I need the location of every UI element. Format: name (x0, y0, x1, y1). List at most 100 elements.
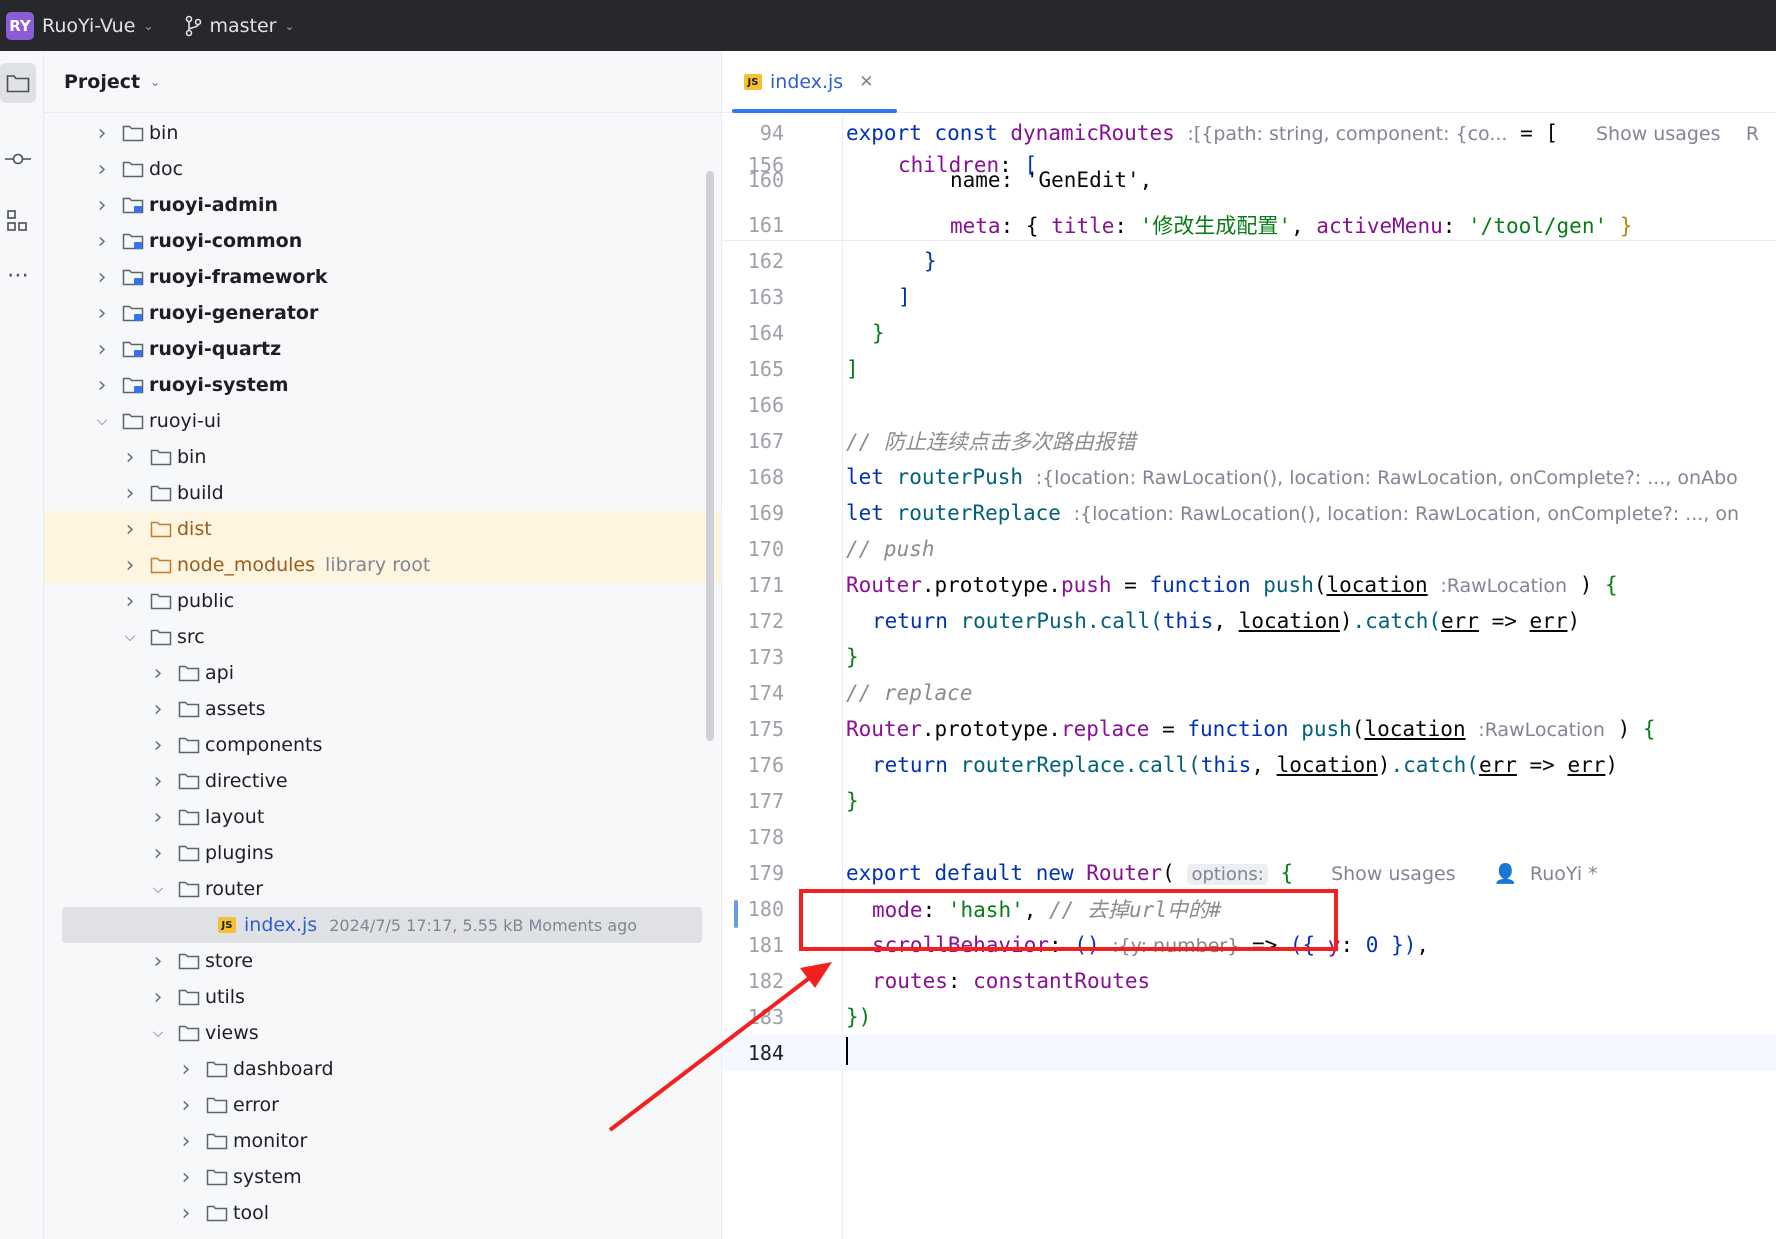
code-line[interactable]: 179 export default new Router( options: … (722, 855, 1776, 891)
folder-node[interactable]: › ruoyi-quartz (44, 331, 721, 367)
chevron-right-icon[interactable]: › (178, 1057, 194, 1082)
chevron-right-icon[interactable]: › (94, 373, 110, 398)
code-line[interactable]: 169 let routerReplace :{location: RawLoc… (722, 495, 1776, 531)
code-line[interactable]: 177 } (722, 783, 1776, 819)
commit-tool-button[interactable] (0, 139, 36, 179)
code-line[interactable]: 162 } (722, 243, 1776, 279)
chevron-right-icon[interactable]: › (150, 697, 166, 722)
chevron-right-icon[interactable]: › (150, 733, 166, 758)
project-tool-button[interactable] (0, 63, 36, 103)
folder-node[interactable]: › assets (44, 691, 721, 727)
folder-node[interactable]: › build (44, 475, 721, 511)
show-usages-link[interactable]: Show usages (1331, 863, 1456, 885)
close-icon[interactable]: ✕ (859, 72, 873, 92)
panel-title[interactable]: Project (64, 71, 140, 93)
more-tools-icon[interactable]: ⋯ (0, 255, 36, 295)
code-line[interactable]: 164 } (722, 315, 1776, 351)
chevron-right-icon[interactable]: › (150, 985, 166, 1010)
folder-node[interactable]: › utils (44, 979, 721, 1015)
chevron-right-icon[interactable]: › (150, 805, 166, 830)
project-badge[interactable]: RY (6, 11, 34, 40)
folder-node[interactable]: › tool (44, 1195, 721, 1231)
code-line[interactable]: 160 name: 'GenEdit', (722, 169, 1776, 191)
chevron-right-icon[interactable]: › (150, 769, 166, 794)
code-area[interactable]: 94 export const dynamicRoutes :[{path: s… (722, 115, 1776, 1239)
chevron-right-icon[interactable]: › (150, 661, 166, 686)
folder-node[interactable]: ⌵ views (44, 1015, 721, 1051)
chevron-right-icon[interactable]: › (178, 1165, 194, 1190)
folder-node[interactable]: › system (44, 1159, 721, 1195)
code-line[interactable]: 182 routes: constantRoutes (722, 963, 1776, 999)
code-line[interactable]: 170 // push (722, 531, 1776, 567)
chevron-right-icon[interactable]: › (94, 121, 110, 146)
chevron-down-icon[interactable]: ⌵ (94, 413, 110, 429)
folder-node[interactable]: › node_modules library root (44, 547, 721, 583)
code-line[interactable]: 165 ] (722, 351, 1776, 387)
code-line[interactable]: 173 } (722, 639, 1776, 675)
chevron-right-icon[interactable]: › (122, 445, 138, 470)
code-line[interactable]: 175 Router.prototype.replace = function … (722, 711, 1776, 747)
chevron-right-icon[interactable]: › (94, 265, 110, 290)
folder-node[interactable]: › bin (44, 439, 721, 475)
chevron-right-icon[interactable]: › (94, 337, 110, 362)
folder-node[interactable]: › dashboard (44, 1051, 721, 1087)
folder-node[interactable]: › bin (44, 115, 721, 151)
chevron-down-icon[interactable]: ⌄ (284, 19, 294, 33)
branch-selector[interactable]: master (209, 15, 276, 37)
chevron-down-icon[interactable]: ⌵ (150, 1025, 166, 1041)
code-line[interactable]: 161 meta: { title: '修改生成配置', activeMenu:… (722, 207, 1776, 243)
chevron-right-icon[interactable]: › (122, 589, 138, 614)
git-branch-icon[interactable] (183, 15, 203, 37)
tree-scrollbar[interactable] (706, 171, 714, 741)
folder-node[interactable]: › plugins (44, 835, 721, 871)
chevron-right-icon[interactable]: › (122, 553, 138, 578)
code-line[interactable]: 174 // replace (722, 675, 1776, 711)
folder-node[interactable]: ⌵ src (44, 619, 721, 655)
code-line[interactable]: 183 }) (722, 999, 1776, 1035)
chevron-right-icon[interactable]: › (94, 229, 110, 254)
chevron-right-icon[interactable]: › (150, 841, 166, 866)
code-line[interactable]: 172 return routerPush.call(this, locatio… (722, 603, 1776, 639)
chevron-right-icon[interactable]: › (122, 517, 138, 542)
chevron-right-icon[interactable]: › (178, 1129, 194, 1154)
chevron-down-icon[interactable]: ⌄ (150, 75, 160, 89)
chevron-right-icon[interactable]: › (150, 949, 166, 974)
chevron-down-icon[interactable]: ⌵ (122, 629, 138, 645)
chevron-right-icon[interactable]: › (94, 193, 110, 218)
sticky-line[interactable]: 94 export const dynamicRoutes :[{path: s… (722, 115, 1776, 151)
chevron-right-icon[interactable]: › (94, 301, 110, 326)
file-node[interactable]: JS index.js 2024/7/5 17:17, 5.55 kB Moment… (62, 907, 702, 943)
folder-node[interactable]: › directive (44, 763, 721, 799)
folder-node[interactable]: › ruoyi-framework (44, 259, 721, 295)
code-line[interactable]: 171 Router.prototype.push = function pus… (722, 567, 1776, 603)
chevron-down-icon[interactable]: ⌄ (143, 19, 153, 33)
folder-node[interactable]: › ruoyi-common (44, 223, 721, 259)
project-selector[interactable]: RuoYi-Vue (42, 15, 135, 37)
chevron-right-icon[interactable]: › (94, 157, 110, 182)
folder-node[interactable]: › error (44, 1087, 721, 1123)
folder-node[interactable]: › ruoyi-generator (44, 295, 721, 331)
folder-node[interactable]: › layout (44, 799, 721, 835)
folder-node[interactable]: › ruoyi-system (44, 367, 721, 403)
folder-node[interactable]: › ruoyi-admin (44, 187, 721, 223)
show-usages-link[interactable]: Show usages (1596, 123, 1721, 145)
folder-node[interactable]: › public (44, 583, 721, 619)
code-line[interactable]: 176 return routerReplace.call(this, loca… (722, 747, 1776, 783)
code-line[interactable]: 167 // 防止连续点击多次路由报错 (722, 423, 1776, 459)
tab-index-js[interactable]: JS index.js ✕ (732, 51, 897, 113)
chevron-right-icon[interactable]: › (178, 1093, 194, 1118)
folder-node[interactable]: › api (44, 655, 721, 691)
chevron-right-icon[interactable]: › (122, 481, 138, 506)
code-line[interactable]: 163 ] (722, 279, 1776, 315)
folder-node[interactable]: ⌵ router (44, 871, 721, 907)
folder-node[interactable]: ⌵ ruoyi-ui (44, 403, 721, 439)
chevron-down-icon[interactable]: ⌵ (150, 881, 166, 897)
structure-tool-button[interactable] (0, 201, 36, 241)
folder-node[interactable]: › doc (44, 151, 721, 187)
folder-node[interactable]: › components (44, 727, 721, 763)
code-line[interactable]: 166 (722, 387, 1776, 423)
code-line[interactable]: 168 let routerPush :{location: RawLocati… (722, 459, 1776, 495)
code-line[interactable]: 178 (722, 819, 1776, 855)
folder-node[interactable]: › dist (44, 511, 721, 547)
folder-node[interactable]: › monitor (44, 1123, 721, 1159)
